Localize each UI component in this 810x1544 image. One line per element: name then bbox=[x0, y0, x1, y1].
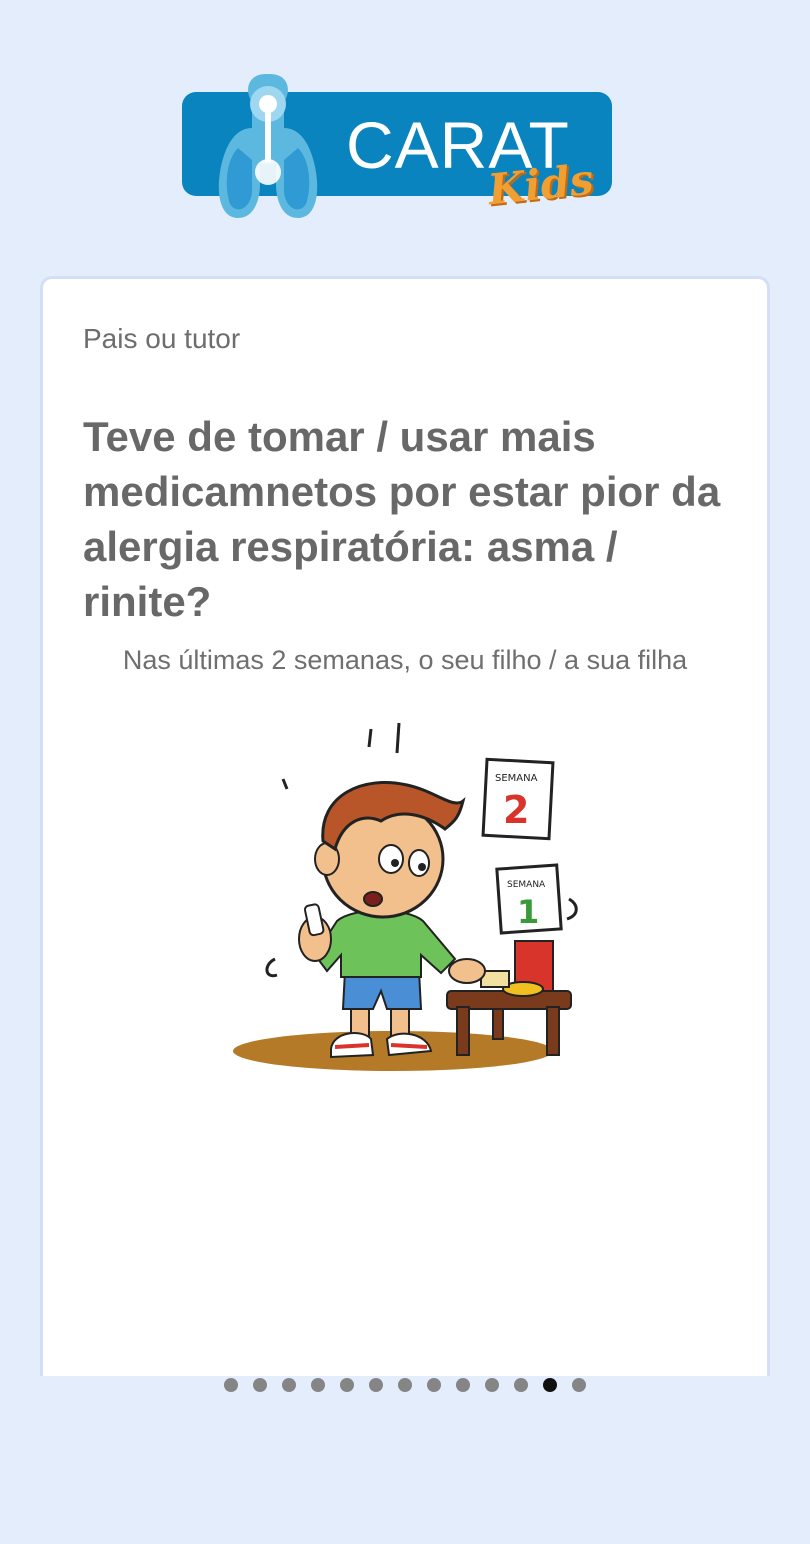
page-dot[interactable] bbox=[311, 1378, 325, 1392]
question-context: Nas últimas 2 semanas, o seu filho / a s… bbox=[122, 645, 688, 675]
page-dot[interactable] bbox=[369, 1378, 383, 1392]
page-dot[interactable] bbox=[427, 1378, 441, 1392]
question-text: Teve de tomar / usar mais medicamnetos p… bbox=[83, 413, 721, 625]
page-dot[interactable] bbox=[282, 1378, 296, 1392]
calendar-week-1-icon: SEMANA 1 bbox=[495, 863, 563, 935]
page-dot[interactable] bbox=[572, 1378, 586, 1392]
page-dot[interactable] bbox=[398, 1378, 412, 1392]
lungs-icon bbox=[218, 74, 318, 218]
page-dot[interactable] bbox=[485, 1378, 499, 1392]
calendar-top-label: SEMANA bbox=[495, 773, 538, 784]
logo-subtitle: Kids bbox=[485, 154, 596, 215]
calendar-bottom-number: 1 bbox=[517, 893, 539, 931]
page-dot-active[interactable] bbox=[543, 1378, 557, 1392]
page-dot[interactable] bbox=[456, 1378, 470, 1392]
page-dot[interactable] bbox=[514, 1378, 528, 1392]
pagination-dots bbox=[0, 1378, 810, 1396]
respondent-role: Pais ou tutor bbox=[83, 323, 241, 354]
boy-with-inhaler-illustration: SEMANA 2 SEMANA 1 bbox=[233, 722, 578, 1071]
calendar-bottom-label: SEMANA bbox=[507, 880, 546, 890]
page-dot[interactable] bbox=[253, 1378, 267, 1392]
calendar-top-number: 2 bbox=[503, 788, 529, 832]
page-dot[interactable] bbox=[340, 1378, 354, 1392]
page-dot[interactable] bbox=[224, 1378, 238, 1392]
calendar-week-2-icon: SEMANA 2 bbox=[481, 757, 555, 841]
carat-kids-logo: CARAT Kids bbox=[180, 68, 632, 224]
question-card: Pais ou tutor Teve de tomar / usar mais … bbox=[40, 276, 770, 1376]
